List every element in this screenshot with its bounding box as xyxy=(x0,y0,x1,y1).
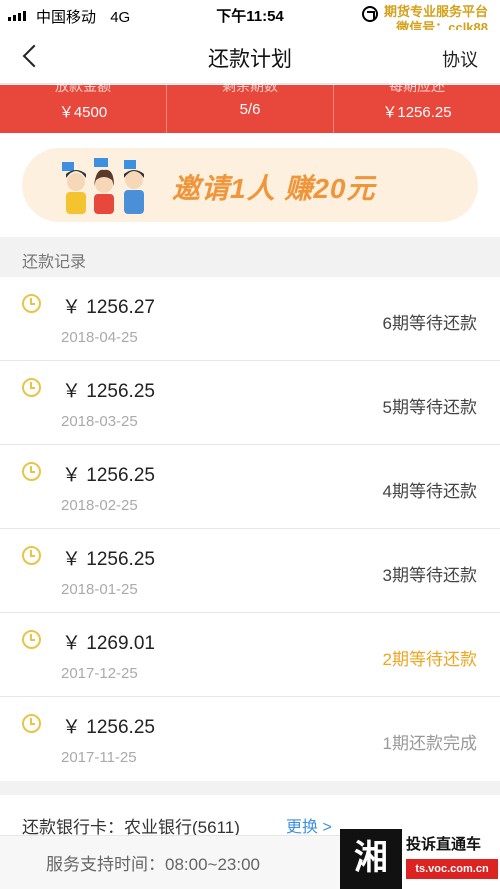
summary-label: 剩余期数 xyxy=(222,78,278,94)
record-date: 2017-12-25 xyxy=(61,665,138,682)
list-item[interactable]: ￥ 1256.25 2018-03-25 5期等待还款 xyxy=(0,361,500,445)
loan-summary: 放款金额 ￥4500 剩余期数 5/6 每期应还 ￥1256.25 xyxy=(0,78,500,133)
clock-icon xyxy=(22,630,41,649)
record-amount: ￥ 1256.25 xyxy=(62,549,155,570)
record-amount: ￥ 1256.27 xyxy=(62,297,155,318)
record-date: 2017-11-25 xyxy=(61,749,137,766)
record-amount: ￥ 1256.25 xyxy=(62,465,155,486)
status-bar: 中国移动 4G 下午11:54 期货专业服务平台 微信号：cclk88 xyxy=(0,0,500,35)
record-date: 2018-01-25 xyxy=(61,581,138,598)
summary-value: 5/6 xyxy=(239,101,261,118)
clock-icon xyxy=(22,462,41,481)
list-item[interactable]: ￥ 1256.25 2017-11-25 1期还款完成 xyxy=(0,697,500,781)
repayment-record-list: ￥ 1256.27 2018-04-25 6期等待还款 ￥ 1256.25 20… xyxy=(0,277,500,781)
change-card-link[interactable]: 更换 > xyxy=(286,813,332,837)
watermark-logo: 湘问 投诉直通车 ts.voc.com.cn xyxy=(340,829,500,889)
record-amount: ￥ 1256.25 xyxy=(62,381,155,402)
records-section-title: 还款记录 xyxy=(22,254,87,271)
clock-icon xyxy=(22,714,41,733)
people-illustration-icon xyxy=(62,158,144,214)
record-status: 5期等待还款 xyxy=(382,398,477,417)
list-item[interactable]: ￥ 1256.25 2018-01-25 3期等待还款 xyxy=(0,529,500,613)
watermark-line-1: 期货专业服务平台 xyxy=(383,4,488,19)
summary-value: ￥1256.25 xyxy=(382,104,452,121)
rotation-lock-icon xyxy=(362,6,378,22)
service-hours: 服务支持时间：08:00~23:00 xyxy=(46,855,261,874)
clock-icon xyxy=(22,378,41,397)
record-date: 2018-04-25 xyxy=(61,329,138,346)
banner-section: 邀请1人 赚20元 xyxy=(0,133,500,237)
agreement-link[interactable]: 协议 xyxy=(442,46,478,72)
record-amount: ￥ 1256.25 xyxy=(62,717,155,738)
records-section-header: 还款记录 xyxy=(0,237,500,277)
summary-value: ￥4500 xyxy=(58,104,108,121)
record-status: 1期还款完成 xyxy=(382,734,477,753)
record-date: 2018-03-25 xyxy=(61,413,138,430)
record-status: 2期等待还款 xyxy=(382,650,477,669)
clock-icon xyxy=(22,294,41,313)
list-item[interactable]: ￥ 1269.01 2017-12-25 2期等待还款 xyxy=(0,613,500,697)
invite-banner[interactable]: 邀请1人 赚20元 xyxy=(22,148,478,222)
summary-remaining-periods: 剩余期数 5/6 xyxy=(166,78,333,133)
watermark-logo-mark: 湘问 xyxy=(340,829,402,889)
watermark-logo-url: ts.voc.com.cn xyxy=(406,859,498,879)
invite-banner-text: 邀请1人 赚20元 xyxy=(172,173,376,204)
page-title: 还款计划 xyxy=(208,48,292,71)
record-status: 3期等待还款 xyxy=(382,566,477,585)
clock-icon xyxy=(22,546,41,565)
list-item[interactable]: ￥ 1256.25 2018-02-25 4期等待还款 xyxy=(0,445,500,529)
summary-label: 每期应还 xyxy=(389,78,445,94)
record-amount: ￥ 1269.01 xyxy=(62,633,155,654)
list-item[interactable]: ￥ 1256.27 2018-04-25 6期等待还款 xyxy=(0,277,500,361)
summary-label: 放款金额 xyxy=(55,78,111,94)
record-status: 6期等待还款 xyxy=(382,314,477,333)
summary-per-period: 每期应还 ￥1256.25 xyxy=(333,78,500,133)
record-status: 4期等待还款 xyxy=(382,482,477,501)
record-date: 2018-02-25 xyxy=(61,497,138,514)
summary-loan-amount: 放款金额 ￥4500 xyxy=(0,78,166,133)
watermark-logo-title: 投诉直通车 xyxy=(406,836,482,853)
